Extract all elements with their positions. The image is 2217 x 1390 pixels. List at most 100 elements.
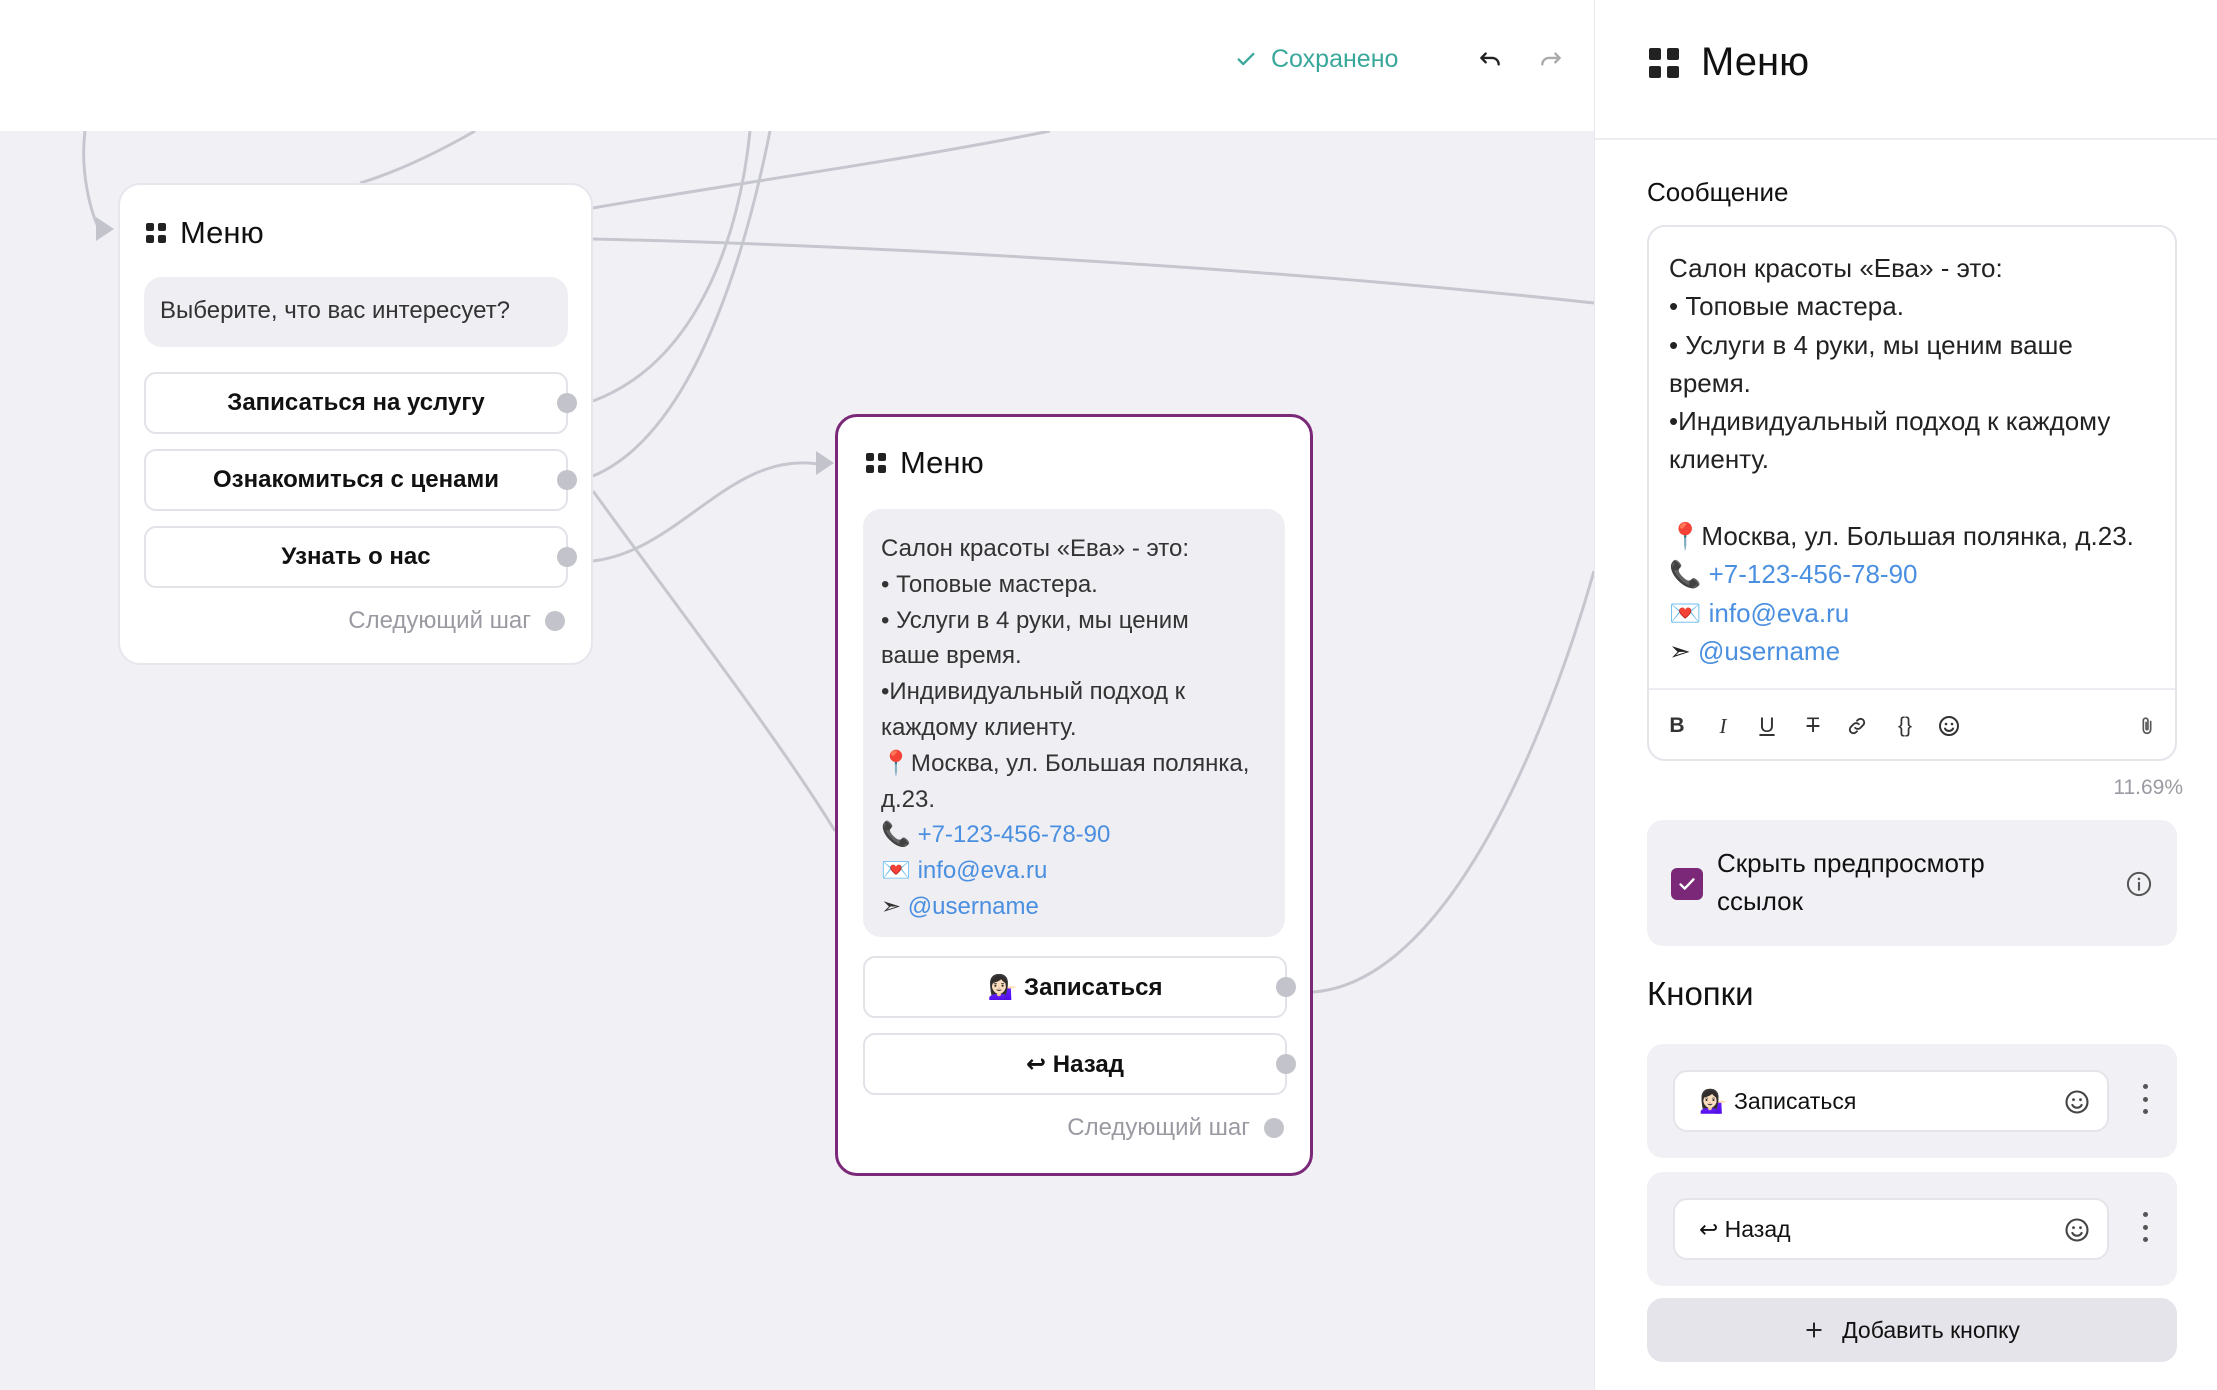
editor-line: •Индивидуальный подход к каждому [1669,406,2111,437]
saved-label: Сохранено [1271,44,1399,73]
output-port[interactable] [557,470,577,490]
mail-icon: 💌 [1669,597,1709,628]
undo-button[interactable] [1475,44,1505,74]
italic-button[interactable]: I [1709,712,1737,740]
message-editor[interactable]: Салон красоты «Ева» - это: • Топовые мас… [1647,225,2177,761]
button-label: Узнать о нас [281,543,431,570]
next-step-label: Следующий шаг [348,607,531,634]
button-label: 💁🏻‍♀️ Записаться [987,973,1163,1001]
button-input-value: ↩ Назад [1699,1215,1791,1242]
editor-empty-line [1669,479,2161,517]
link-icon [1848,717,1866,735]
add-button-button[interactable]: Добавить кнопку [1647,1298,2177,1362]
smile-icon[interactable] [2063,1088,2091,1116]
username-link[interactable]: @username [1698,636,1840,666]
node-button-3[interactable]: Узнать о нас [144,526,577,588]
message-editor-text[interactable]: Салон красоты «Ева» - это: • Топовые мас… [1669,249,2161,670]
editor-line: • Услуги в 4 руки, мы ценим ваше [1669,329,2073,360]
button-card-2: ↩ Назад [1647,1172,2177,1286]
properties-panel: Меню Сообщение Салон красоты «Ева» - это… [1594,0,2217,1390]
attach-button[interactable] [2133,712,2161,740]
next-step-label: Следующий шаг [1067,1114,1250,1141]
button-input-value: 💁🏻‍♀️ Записаться [1699,1087,1857,1114]
next-step-port[interactable] [1264,1118,1284,1138]
phone-link[interactable]: +7-123-456-78-90 [918,821,1111,848]
node-button-back[interactable]: ↩ Назад [863,1033,1296,1095]
button-label: Ознакомиться с ценами [213,466,499,493]
redo-icon [1541,52,1561,66]
node-title: Меню [900,445,984,480]
emoji-button[interactable] [1935,712,1963,740]
editor-line: Салон красоты «Ева» - это: [1669,253,2003,283]
input-arrow-node1 [96,217,114,241]
node-message: Выберите, что вас интересует? [144,277,568,347]
hide-preview-label: Скрыть предпросмотр ссылок [1717,848,1985,916]
message-line: ваше время. [881,642,1022,670]
button-label: Записаться на услугу [227,389,485,416]
output-port[interactable] [557,547,577,567]
send-icon: ➣ [1669,635,1699,666]
phone-link[interactable]: +7-123-456-78-90 [1709,559,1918,589]
hide-preview-option[interactable]: Скрыть предпросмотр ссылок [1647,820,2177,946]
next-step[interactable]: Следующий шаг [348,607,565,635]
next-step[interactable]: Следующий шаг [1067,1114,1284,1142]
username-link[interactable]: @username [908,893,1039,920]
email-link[interactable]: info@eva.ru [918,857,1048,884]
message-line: •Индивидуальный подход к [881,678,1186,706]
menu-node-1[interactable]: Меню Выберите, что вас интересует? Запис… [118,183,593,665]
node-title: Меню [180,215,264,250]
node-button-2[interactable]: Ознакомиться с ценами [144,449,577,511]
info-icon[interactable] [2125,870,2153,898]
edge-btn1 [592,131,752,403]
email-line: 💌 info@eva.ru [1669,594,2161,632]
panel-title: Меню [1649,40,1809,85]
panel-title-text: Меню [1701,40,1810,84]
editor-line: • Топовые мастера. [1669,291,1904,322]
italic-icon: I [1719,713,1727,738]
username-line: ➣ @username [1669,632,2161,670]
email-link[interactable]: info@eva.ru [1709,598,1850,628]
buttons-section-title: Кнопки [1647,975,1754,1012]
next-step-port[interactable] [545,611,565,631]
redo-button[interactable] [1536,44,1566,74]
message-line: • Топовые мастера. [881,570,1098,598]
node-button-book[interactable]: 💁🏻‍♀️ Записаться [863,956,1296,1018]
add-button-label: Добавить кнопку [1842,1316,2020,1343]
node-message: Салон красоты «Ева» - это: • Топовые мас… [863,509,1285,937]
underline-icon: U [1759,714,1775,737]
email-line: 💌 info@eva.ru [881,853,1267,889]
saved-status: Сохранено [1235,42,1398,76]
hide-preview-checkbox[interactable] [1671,868,1703,900]
node-button-1[interactable]: Записаться на услугу [144,372,577,434]
phone-line: 📞 +7-123-456-78-90 [1669,555,2161,593]
button-text-input[interactable]: ↩ Назад [1673,1198,2109,1260]
smile-icon[interactable] [2063,1216,2091,1244]
strikethrough-button[interactable]: T [1799,712,1827,740]
button-card-1: 💁🏻‍♀️ Записаться [1647,1044,2177,1158]
format-toolbar: B I U T {} [1649,688,2175,760]
more-options-icon[interactable] [2141,1084,2149,1114]
output-port[interactable] [1276,977,1296,997]
button-text-input[interactable]: 💁🏻‍♀️ Записаться [1673,1070,2109,1132]
more-options-icon[interactable] [2141,1212,2149,1242]
menu-node-2[interactable]: Меню Салон красоты «Ева» - это: • Топовы… [835,414,1313,1176]
plus-icon [1806,1322,1822,1338]
link-button[interactable] [1843,712,1871,740]
output-port[interactable] [557,393,577,413]
paperclip-icon [2142,717,2152,735]
button-label: ↩ Назад [1026,1050,1124,1078]
menu-grid-icon [146,223,166,243]
input-arrow-node2 [816,451,834,475]
check-icon [1237,52,1255,66]
edge-top-2 [592,131,1051,210]
edge-right-long [592,237,1594,305]
menu-grid-icon [866,453,886,473]
bold-button[interactable]: B [1663,712,1691,740]
variable-button[interactable]: {} [1887,712,1923,740]
braces-icon: {} [1897,714,1913,737]
bold-icon: B [1669,714,1685,737]
edge-btn2 [592,131,772,478]
underline-button[interactable]: U [1753,712,1781,740]
output-port[interactable] [1276,1054,1296,1074]
edge-btn3-to-node2 [592,461,819,563]
